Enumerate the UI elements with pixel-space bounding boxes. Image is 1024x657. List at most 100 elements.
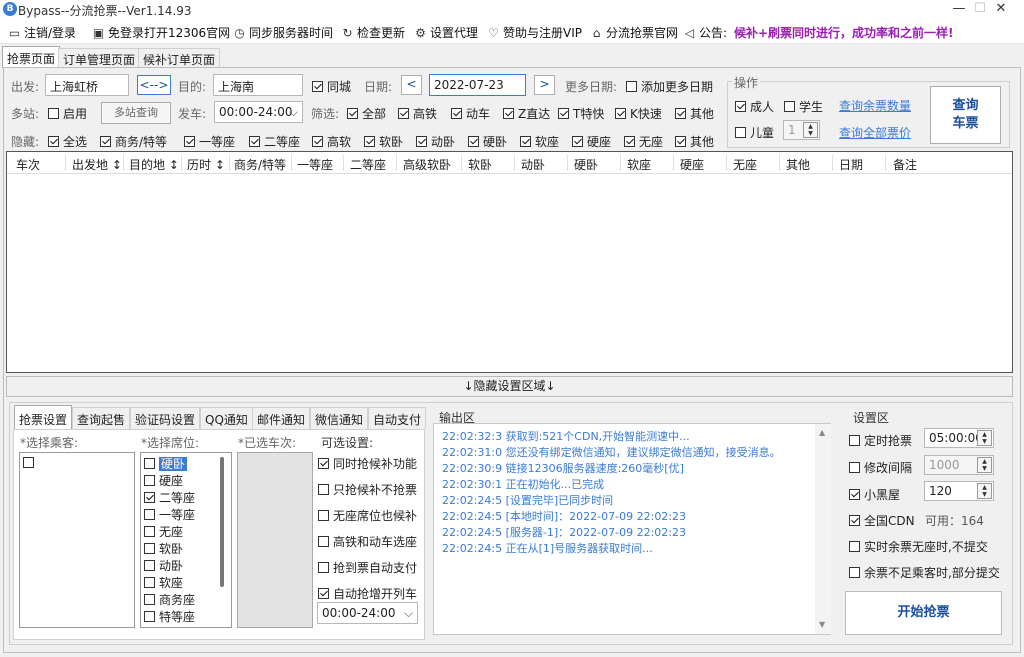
date-next-button[interactable]: >: [534, 75, 555, 95]
filter-gaotie-checkbox[interactable]: 高铁: [398, 105, 437, 122]
realtime-no-seat-checkbox[interactable]: 实时余票无座时,不提交: [849, 538, 988, 555]
subtab-captcha[interactable]: 验证码设置: [130, 407, 201, 429]
seat-item[interactable]: 一等座: [141, 506, 231, 523]
tab-grab-ticket[interactable]: 抢票页面: [2, 46, 61, 68]
col-to[interactable]: 目的地 ↕: [129, 156, 179, 173]
hide-other-checkbox[interactable]: 其他: [675, 133, 714, 150]
swap-stations-button[interactable]: <-->: [137, 75, 171, 95]
blackroom-stepper[interactable]: 120 ▲ ▼: [924, 481, 994, 501]
hide-ruanzuo-checkbox[interactable]: 软座: [520, 133, 559, 150]
seat-item[interactable]: 二等座: [141, 489, 231, 506]
child-count-stepper[interactable]: 1 ▲ ▼: [783, 120, 820, 140]
passenger-item[interactable]: [20, 453, 134, 470]
col-emu-sleeper[interactable]: 动卧: [521, 156, 545, 173]
add-more-dates-checkbox[interactable]: 添加更多日期: [626, 78, 713, 95]
col-second-class[interactable]: 二等座: [350, 156, 386, 173]
timed-grab-checkbox[interactable]: 定时抢票: [849, 432, 912, 449]
col-soft-sleeper[interactable]: 软卧: [468, 156, 492, 173]
subtab-auto-pay[interactable]: 自动支付: [368, 407, 427, 429]
menu-sync-time[interactable]: ◷ 同步服务器时间: [233, 24, 333, 41]
seat-item[interactable]: 软卧: [141, 540, 231, 557]
same-city-checkbox[interactable]: 同城: [312, 78, 351, 95]
hide-yingwo-checkbox[interactable]: 硬卧: [468, 133, 507, 150]
subtab-qq-notify[interactable]: QQ通知: [200, 407, 253, 429]
hide-ruanwo-checkbox[interactable]: 软卧: [364, 133, 403, 150]
menu-open-12306[interactable]: ▣ 免登录打开12306官网: [92, 24, 230, 41]
time-range-select[interactable]: 00:00-24:00 ⌵: [317, 602, 418, 624]
query-tickets-button[interactable]: 查询 车票: [930, 86, 1001, 144]
col-first-class[interactable]: 一等座: [297, 156, 333, 173]
col-other[interactable]: 其他: [786, 156, 810, 173]
option-choose-seat-checkbox[interactable]: 高铁和动车选座: [318, 533, 417, 550]
national-cdn-checkbox[interactable]: 全国CDN: [849, 512, 915, 529]
seat-item[interactable]: 商务座: [141, 591, 231, 608]
option-only-waitlist-checkbox[interactable]: 只抢候补不抢票: [318, 481, 417, 498]
multi-station-query-button[interactable]: 多站查询: [101, 102, 171, 124]
depart-time-select[interactable]: 00:00-24:00 ⌵: [214, 101, 303, 123]
partial-submit-checkbox[interactable]: 余票不足乘客时,部分提交: [849, 564, 1000, 581]
subtab-query-sale[interactable]: 查询起售: [72, 407, 131, 429]
seat-item[interactable]: 硬卧: [141, 455, 231, 472]
menu-notice[interactable]: ◁ 公告:: [683, 24, 727, 41]
modify-interval-checkbox[interactable]: 修改间隔: [849, 459, 912, 476]
query-remaining-link[interactable]: 查询余票数量: [839, 97, 911, 114]
child-checkbox[interactable]: 儿童: [735, 124, 774, 141]
filter-all-checkbox[interactable]: 全部: [347, 105, 386, 122]
col-deluxe-sleeper[interactable]: 高级软卧: [403, 156, 451, 173]
option-auto-pay-checkbox[interactable]: 抢到票自动支付: [318, 559, 417, 576]
menu-website[interactable]: ⌂ 分流抢票官网: [590, 24, 678, 41]
option-extra-trains-checkbox[interactable]: 自动抢增开列车: [318, 585, 417, 602]
filter-z-checkbox[interactable]: Z直达: [503, 105, 550, 122]
seat-item[interactable]: 软座: [141, 574, 231, 591]
col-train-no[interactable]: 车次: [16, 156, 40, 173]
from-station-input[interactable]: 上海虹桥: [45, 74, 129, 96]
seat-item[interactable]: 无座: [141, 523, 231, 540]
col-business[interactable]: 商务/特等: [234, 156, 286, 173]
option-no-seat-waitlist-checkbox[interactable]: 无座席位也候补: [318, 507, 417, 524]
hide-select-all-checkbox[interactable]: 全选: [48, 133, 87, 150]
hide-second-class-checkbox[interactable]: 二等座: [249, 133, 300, 150]
col-date[interactable]: 日期: [839, 156, 863, 173]
menu-proxy[interactable]: ⚙ 设置代理: [414, 24, 478, 41]
subtab-mail-notify[interactable]: 邮件通知: [252, 407, 311, 429]
hide-settings-toggle[interactable]: ↓隐藏设置区域↓: [6, 376, 1013, 397]
hide-dongwo-checkbox[interactable]: 动卧: [416, 133, 455, 150]
output-scrollbar[interactable]: ▲ ▼: [815, 424, 831, 634]
option-waitlist-checkbox[interactable]: 同时抢候补功能: [318, 455, 417, 472]
close-button[interactable]: ✕: [978, 0, 1024, 19]
scroll-up-icon[interactable]: ▲: [819, 428, 825, 437]
col-duration[interactable]: 历时 ↕: [187, 156, 225, 173]
stepper-arrows-icon[interactable]: ▲ ▼: [977, 483, 992, 499]
col-hard-seat[interactable]: 硬座: [680, 156, 704, 173]
menu-login[interactable]: ▭ 注销/登录: [8, 24, 76, 41]
col-remark[interactable]: 备注: [893, 156, 917, 173]
hide-gaoruan-checkbox[interactable]: 高软: [312, 133, 351, 150]
scroll-down-icon[interactable]: ▼: [819, 620, 825, 629]
query-all-prices-link[interactable]: 查询全部票价: [839, 124, 911, 141]
passenger-list[interactable]: [19, 452, 135, 628]
output-log[interactable]: 22:02:32:3 获取到:521个CDN,开始智能测速中... 22:02:…: [433, 423, 831, 635]
seat-item[interactable]: 特等座: [141, 608, 231, 625]
subtab-grab-settings[interactable]: 抢票设置: [14, 405, 73, 429]
filter-k-checkbox[interactable]: K快速: [615, 105, 662, 122]
stepper-arrows-icon[interactable]: ▲ ▼: [977, 430, 992, 446]
seat-item[interactable]: 硬座: [141, 472, 231, 489]
seat-item[interactable]: 动卧: [141, 557, 231, 574]
to-station-input[interactable]: 上海南: [213, 74, 303, 96]
interval-stepper[interactable]: 1000 ▲ ▼: [924, 455, 994, 475]
tab-order-manage[interactable]: 订单管理页面: [58, 48, 141, 68]
col-soft-seat[interactable]: 软座: [627, 156, 651, 173]
seat-list[interactable]: 硬卧 硬座 二等座 一等座 无座 软卧 动卧 软座 商务座 特等座: [140, 452, 232, 628]
col-no-seat[interactable]: 无座: [733, 156, 757, 173]
hide-wuzuo-checkbox[interactable]: 无座: [624, 133, 663, 150]
adult-checkbox[interactable]: 成人: [735, 98, 774, 115]
menu-check-update[interactable]: ↻ 检查更新: [341, 24, 405, 41]
filter-t-checkbox[interactable]: T特快: [558, 105, 604, 122]
student-checkbox[interactable]: 学生: [784, 98, 823, 115]
start-grab-button[interactable]: 开始抢票: [845, 591, 1002, 635]
selected-trains-list[interactable]: [237, 452, 313, 628]
stepper-arrows-icon[interactable]: ▲ ▼: [803, 122, 818, 138]
date-prev-button[interactable]: <: [401, 75, 422, 95]
col-from[interactable]: 出发地 ↕: [72, 156, 122, 173]
date-input[interactable]: 2022-07-23: [429, 74, 526, 96]
